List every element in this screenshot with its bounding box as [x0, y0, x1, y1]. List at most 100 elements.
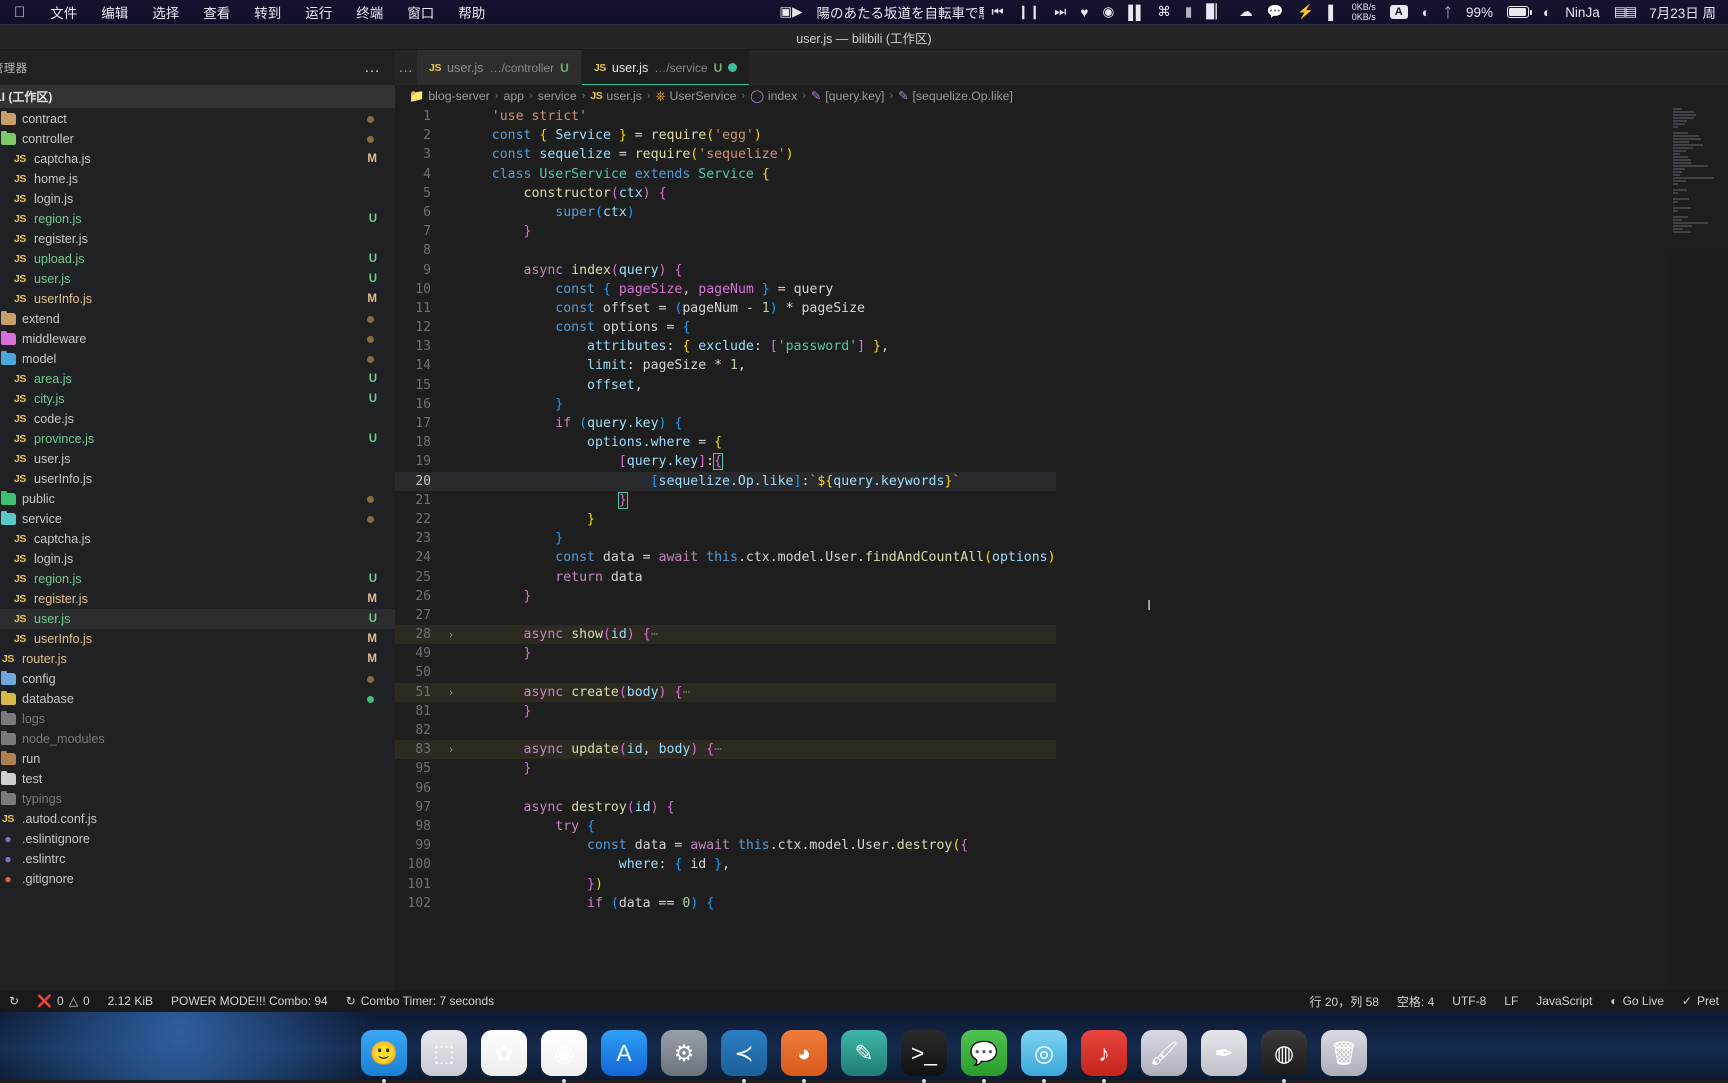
status-sync-icon[interactable]: ↻	[0, 994, 28, 1008]
tree-item-config[interactable]: config	[0, 669, 395, 689]
code-line-82[interactable]: 82	[395, 721, 1056, 740]
tree-item-typings[interactable]: typings	[0, 789, 395, 809]
dock-item-photos[interactable]: ✿	[481, 1030, 527, 1076]
code-line-26[interactable]: 26 }	[395, 587, 1056, 606]
breadcrumb-item-1[interactable]: app	[504, 89, 525, 103]
cat-icon[interactable]: ▌	[1321, 0, 1345, 24]
cloud-icon[interactable]: ☁	[1232, 0, 1260, 24]
status-indentation[interactable]: 空格: 4	[1388, 993, 1443, 1010]
battery-charging-icon[interactable]	[1500, 0, 1536, 24]
wifi-icon[interactable]: ◐	[1536, 0, 1558, 24]
tree-item-user-js[interactable]: JS user.js	[0, 449, 395, 469]
code-line-27[interactable]: 27	[395, 606, 1056, 625]
tree-item-middleware[interactable]: middleware	[0, 329, 395, 349]
user-name-label[interactable]: NinJa	[1558, 0, 1607, 24]
dock-item-system-monitor[interactable]: ◍	[1261, 1030, 1307, 1083]
airdrop-icon[interactable]: ◐	[1415, 0, 1437, 24]
dock-item-navicat[interactable]: ✎	[841, 1030, 887, 1076]
code-line-99[interactable]: 99 const data = await this.ctx.model.Use…	[395, 836, 1056, 855]
breadcrumb-item-2[interactable]: service	[538, 89, 577, 103]
code-line-102[interactable]: 102 if (data == 0) {	[395, 894, 1056, 913]
dock-item-system-preferences[interactable]: ⚙	[661, 1030, 707, 1076]
code-line-4[interactable]: 4 class UserService extends Service {	[395, 165, 1056, 184]
tree-item-router-js[interactable]: JS router.js M	[0, 649, 395, 669]
code-line-2[interactable]: 2 const { Service } = require('egg')	[395, 126, 1056, 145]
fold-chevron-icon[interactable]: ›	[442, 625, 460, 644]
code-line-50[interactable]: 50	[395, 663, 1056, 682]
tree-item-captcha-js[interactable]: JS captcha.js	[0, 529, 395, 549]
code-line-51[interactable]: 51 › async create(body) {⋯	[395, 682, 1056, 702]
status-eol[interactable]: LF	[1495, 994, 1527, 1008]
workspace-root-row[interactable]: ILI (工作区)	[0, 85, 395, 108]
tree-item-register-js[interactable]: JS register.js M	[0, 589, 395, 609]
code-line-16[interactable]: 16 }	[395, 395, 1056, 414]
code-line-100[interactable]: 100 where: { id },	[395, 855, 1056, 874]
tree-item-contract[interactable]: contract	[0, 109, 395, 129]
code-line-101[interactable]: 101 })	[395, 875, 1056, 894]
code-line-13[interactable]: 13 attributes: { exclude: ['password'] }…	[395, 337, 1056, 356]
tree-item-home-js[interactable]: JS home.js	[0, 169, 395, 189]
tree-item-logs[interactable]: logs	[0, 709, 395, 729]
menu-item-file[interactable]: 文件	[38, 2, 89, 22]
tree-item-database[interactable]: database	[0, 689, 395, 709]
tree-item-upload-js[interactable]: JS upload.js U	[0, 249, 395, 269]
pause-icon[interactable]: ❙❙	[1011, 0, 1048, 24]
status-problems[interactable]: ❌ 0 △ 0	[28, 994, 99, 1008]
tree-item-user-js[interactable]: JS user.js U	[0, 609, 395, 629]
dock-item-terminal[interactable]: >_	[901, 1030, 947, 1083]
status-cursor-position[interactable]: 行 20，列 58	[1301, 993, 1388, 1010]
tree-item-public[interactable]: public	[0, 489, 395, 509]
code-line-7[interactable]: 7 }	[395, 222, 1056, 241]
tree-item-login-js[interactable]: JS login.js	[0, 189, 395, 209]
status-language-mode[interactable]: JavaScript	[1527, 994, 1601, 1008]
status-power-mode[interactable]: POWER MODE!!! Combo: 94	[162, 994, 337, 1008]
tree-item-userinfo-js[interactable]: JS userInfo.js M	[0, 289, 395, 309]
code-line-10[interactable]: 10 const { pageSize, pageNum } = query	[395, 280, 1056, 299]
tree-item--gitignore[interactable]: ● .gitignore	[0, 869, 395, 889]
code-line-23[interactable]: 23 }	[395, 529, 1056, 548]
tree-item-captcha-js[interactable]: JS captcha.js M	[0, 149, 395, 169]
tree-item-model[interactable]: model	[0, 349, 395, 369]
tab-modified-dot-icon[interactable]	[728, 63, 738, 72]
tree-item--autod-conf-js[interactable]: JS .autod.conf.js	[0, 809, 395, 829]
tree-item-area-js[interactable]: JS area.js U	[0, 369, 395, 389]
tree-item-region-js[interactable]: JS region.js U	[0, 569, 395, 589]
tab-overflow-icon[interactable]: …	[395, 50, 417, 85]
tree-item--eslintrc[interactable]: ● .eslintrc	[0, 849, 395, 869]
tree-item-user-js[interactable]: JS user.js U	[0, 269, 395, 289]
breadcrumb[interactable]: 📁 blog-server › app › service › JS user.js › ⎈ User…	[395, 85, 1728, 107]
fold-chevron-icon[interactable]: ›	[442, 740, 460, 759]
code-line-95[interactable]: 95 }	[395, 759, 1056, 778]
code-line-19[interactable]: 19 [query.key]:{	[395, 452, 1056, 471]
control-center-icon[interactable]: ▤▤	[1607, 0, 1643, 24]
code-line-5[interactable]: 5 constructor(ctx) {	[395, 184, 1056, 203]
tree-item-login-js[interactable]: JS login.js	[0, 549, 395, 569]
dock-item-google-chrome[interactable]: ◉	[541, 1030, 587, 1083]
breadcrumb-item-6[interactable]: ✎ [query.key]	[811, 89, 885, 103]
breadcrumb-item-3[interactable]: JS user.js	[590, 89, 642, 103]
tree-item-run[interactable]: run	[0, 749, 395, 769]
command-key-icon[interactable]: ⌘	[1150, 0, 1178, 24]
dock-item-launchpad[interactable]: ⬚	[421, 1030, 467, 1076]
code-line-18[interactable]: 18 options.where = {	[395, 433, 1056, 452]
dock-item-qq[interactable]: ◎	[1021, 1030, 1067, 1083]
code-line-8[interactable]: 8	[395, 241, 1056, 260]
code-lines[interactable]: 1 'use strict' 2 const { Service } = requ…	[395, 107, 1056, 990]
menu-item-edit[interactable]: 编辑	[89, 2, 140, 22]
code-line-1[interactable]: 1 'use strict'	[395, 107, 1056, 126]
menu-item-view[interactable]: 查看	[191, 2, 242, 22]
explorer-more-actions-icon[interactable]: …	[364, 59, 381, 77]
editor-tab-0[interactable]: JS user.js …/controller U	[417, 50, 582, 85]
code-line-17[interactable]: 17 if (query.key) {	[395, 414, 1056, 433]
window-layout-icon[interactable]: ▊▏	[1199, 0, 1232, 24]
heart-icon[interactable]: ♥	[1073, 0, 1095, 24]
code-line-81[interactable]: 81 }	[395, 702, 1056, 721]
breadcrumb-item-5[interactable]: ◯ index	[750, 89, 797, 103]
dock-item-netease-music[interactable]: ♪	[1081, 1030, 1127, 1083]
dock-item-app-store[interactable]: A	[601, 1030, 647, 1076]
code-line-96[interactable]: 96	[395, 779, 1056, 798]
tree-item-userinfo-js[interactable]: JS userInfo.js	[0, 469, 395, 489]
menu-item-run[interactable]: 运行	[293, 2, 344, 22]
status-combo-timer[interactable]: ↻ Combo Timer: 7 seconds	[337, 994, 503, 1008]
input-method-indicator[interactable]: A	[1383, 0, 1415, 24]
